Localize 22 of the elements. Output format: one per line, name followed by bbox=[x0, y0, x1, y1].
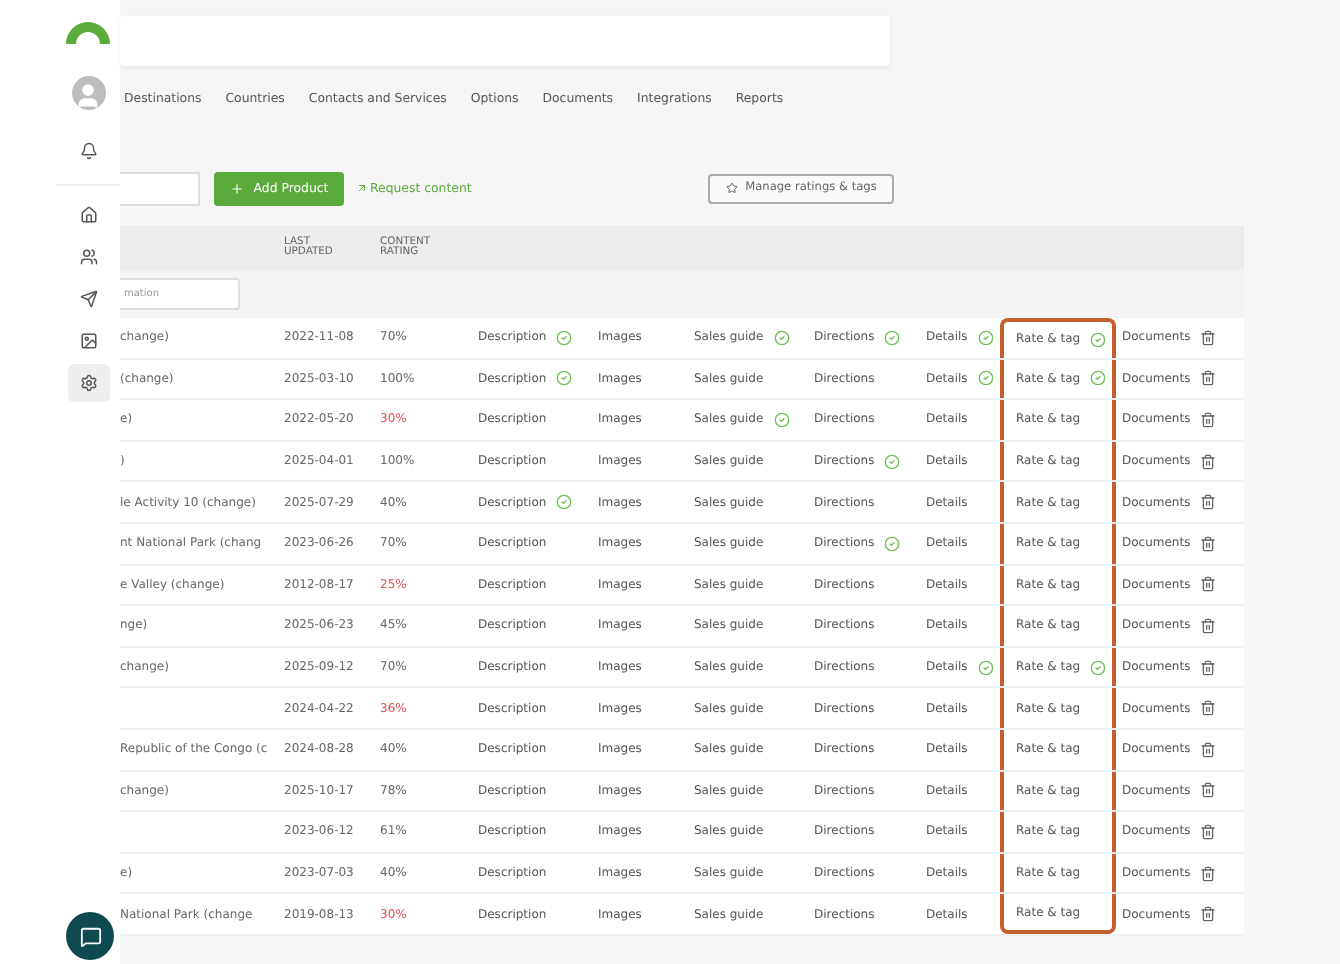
settings-icon[interactable] bbox=[67, 364, 109, 402]
trash-icon[interactable] bbox=[1200, 370, 1217, 387]
plus-icon bbox=[229, 181, 244, 195]
trash-icon[interactable] bbox=[1200, 865, 1217, 882]
trash-icon[interactable] bbox=[1200, 494, 1217, 511]
arrow-icon bbox=[356, 182, 368, 194]
trash-icon[interactable] bbox=[1200, 576, 1217, 593]
trash-icon[interactable] bbox=[1200, 823, 1217, 840]
trash-icon[interactable] bbox=[1200, 906, 1217, 923]
logo bbox=[64, 16, 112, 44]
trash-icon[interactable] bbox=[1200, 741, 1217, 758]
trash-icon[interactable] bbox=[1200, 411, 1217, 428]
trash-icon[interactable] bbox=[1200, 535, 1217, 552]
trash-icon[interactable] bbox=[1200, 659, 1217, 676]
chat-icon bbox=[79, 925, 101, 947]
trash-icon[interactable] bbox=[1200, 453, 1217, 470]
trash-icon[interactable] bbox=[1200, 329, 1217, 346]
trash-icon[interactable] bbox=[1200, 782, 1217, 799]
trash-icon[interactable] bbox=[1200, 617, 1217, 634]
input-field[interactable] bbox=[120, 171, 200, 205]
trash-icon[interactable] bbox=[1200, 700, 1217, 717]
star-icon bbox=[725, 182, 738, 194]
